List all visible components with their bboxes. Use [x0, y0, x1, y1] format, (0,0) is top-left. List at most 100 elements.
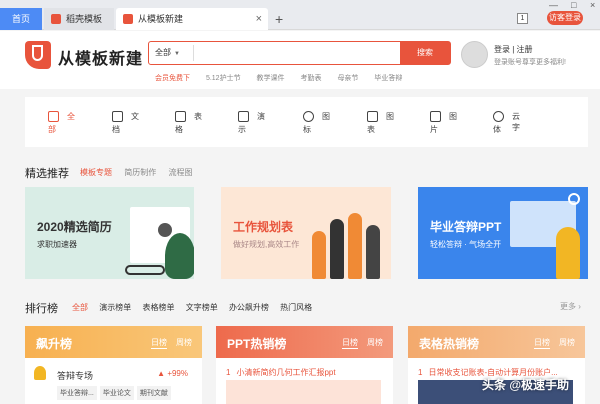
tag-chip[interactable]: 期刊文献 [136, 386, 171, 400]
banner-graduation-ppt[interactable]: 毕业答辩PPT 轻松答辩 · 气场全开 [418, 187, 588, 279]
tab-label: 从模板新建 [138, 14, 184, 24]
rank-period-switch: 日榜 周榜 [142, 337, 192, 349]
tab-home[interactable]: 首页 [0, 8, 42, 30]
category-bar: 全 部 文 档 表 格 演 示 图 标 图 表 图 片 云字 体 [25, 97, 588, 147]
hotword-link[interactable]: 考勤表 [300, 75, 321, 82]
search-input[interactable] [193, 45, 393, 61]
rank-number: 1 [226, 368, 231, 377]
ranking-tabs: 全部 演示榜单 表格榜单 文字榜单 办公飙升榜 热门风格 [72, 302, 321, 313]
rank-item-title[interactable]: 答辩专场 [57, 369, 93, 382]
pin-icon [303, 111, 314, 122]
rank-card-header: PPT热销榜 日榜 周榜 [216, 326, 393, 358]
weekly-tab[interactable]: 周榜 [559, 338, 575, 347]
tab-flowchart[interactable]: 流程图 [168, 168, 192, 177]
ranking-title: 排行榜 [25, 303, 58, 315]
banner-title: 2020精选简历 [37, 220, 112, 234]
circle-decoration [568, 193, 580, 205]
rank-number: 1 [418, 368, 423, 377]
rank-tab-presentation[interactable]: 演示榜单 [99, 303, 131, 312]
weekly-tab[interactable]: 周榜 [176, 338, 192, 347]
doc-icon [112, 111, 123, 122]
rank-tab-all[interactable]: 全部 [72, 303, 88, 312]
medal-icon [34, 366, 46, 380]
team-illustration [308, 199, 388, 279]
tab-resume-maker[interactable]: 简历制作 [124, 168, 156, 177]
header: 从模板新建 全部 ▼ 搜索 会员免费下 5.12护士节 教学课件 考勤表 母亲节 … [0, 31, 600, 89]
image-icon [430, 111, 441, 122]
rank-tab-spreadsheet[interactable]: 表格榜单 [142, 303, 174, 312]
rank-tab-document[interactable]: 文字榜单 [186, 303, 218, 312]
hotword-link[interactable]: 教学课件 [257, 75, 285, 82]
page-title: 从模板新建 [58, 51, 144, 68]
docer-icon [123, 14, 133, 24]
daily-tab[interactable]: 日榜 [342, 338, 358, 349]
banner-subtitle: 求职加速器 [37, 240, 77, 249]
template-thumbnail[interactable] [226, 380, 381, 404]
rank-card-title: 表格热销榜 [419, 337, 480, 351]
tab-docer-templates[interactable]: 稻壳模板 [44, 8, 114, 30]
hot-keywords: 会员免费下 5.12护士节 教学课件 考勤表 母亲节 毕业答辩 [155, 73, 416, 83]
daily-tab[interactable]: 日榜 [534, 338, 550, 349]
maximize-icon[interactable]: □ [571, 0, 576, 10]
tag-chips: 毕业答辩... 毕业论文 期刊文献 [57, 386, 174, 400]
daily-tab[interactable]: 日榜 [151, 338, 167, 349]
tab-bar: 首页 稻壳模板 从模板新建 × + 1 访客登录 — □ × [0, 0, 600, 30]
tag-chip[interactable]: 毕业答辩... [57, 386, 97, 400]
docer-icon [51, 14, 61, 24]
slides-icon [238, 111, 249, 122]
rank-card-rising: 飙升榜 日榜 周榜 答辩专场 ▲ +99% 毕业答辩... 毕业论文 期刊文献 [25, 326, 202, 404]
tab-label: 稻壳模板 [66, 14, 103, 24]
glasses-illustration [125, 265, 165, 275]
rank-tab-hot-styles[interactable]: 热门风格 [280, 303, 312, 312]
recommend-title: 精选推荐 [25, 168, 69, 180]
hotword-link[interactable]: 毕业答辩 [374, 75, 402, 82]
rank-card-header: 表格热销榜 日榜 周榜 [408, 326, 585, 358]
tab-count-badge[interactable]: 1 [517, 13, 528, 24]
recommend-tabs: 模板专题 简历制作 流程图 [80, 167, 202, 178]
login-register-link[interactable]: 登录 | 注册 [494, 44, 533, 55]
grid-icon [48, 111, 59, 122]
rise-percent: ▲ +99% [157, 369, 188, 378]
rank-card-ppt: PPT热销榜 日榜 周榜 1 小清新简约几何工作汇报ppt [216, 326, 393, 404]
chevron-down-icon: ▼ [174, 51, 180, 57]
rank-period-switch: 日榜 周榜 [333, 337, 383, 349]
font-icon [493, 111, 504, 122]
login-hint: 登录账号尊享更多福利! [494, 59, 566, 66]
person-illustration [556, 227, 580, 279]
banner-resume[interactable]: 2020精选简历 求职加速器 [25, 187, 194, 279]
close-tab-icon[interactable]: × [256, 8, 262, 30]
banner-subtitle: 轻松答辩 · 气场全开 [430, 240, 502, 249]
rank-card-title: PPT热销榜 [227, 337, 287, 351]
add-tab-icon[interactable]: + [275, 8, 283, 30]
chart-icon [367, 111, 378, 122]
avatar[interactable] [461, 41, 488, 68]
hotword-link[interactable]: 会员免费下 [155, 75, 190, 82]
rank-period-switch: 日榜 周榜 [525, 337, 575, 349]
rank-tab-office-rising[interactable]: 办公飙升榜 [229, 303, 269, 312]
hotword-link[interactable]: 5.12护士节 [206, 75, 241, 82]
rank-item-title: 小清新简约几何工作汇报ppt [236, 368, 336, 377]
rank-card-header: 飙升榜 日榜 周榜 [25, 326, 202, 358]
search-box: 全部 ▼ 搜索 [148, 41, 451, 65]
banner-subtitle: 做好规划,高效工作 [233, 240, 300, 249]
more-link[interactable]: 更多 › [560, 301, 581, 312]
rank-card-title: 飙升榜 [36, 337, 73, 351]
guest-login-button[interactable]: 访客登录 [547, 11, 583, 25]
banner-title: 毕业答辩PPT [430, 220, 502, 234]
weekly-tab[interactable]: 周榜 [367, 338, 383, 347]
banner-work-plan[interactable]: 工作规划表 做好规划,高效工作 [221, 187, 391, 279]
banner-title: 工作规划表 [233, 220, 294, 234]
search-scope-select[interactable]: 全部 ▼ [155, 42, 180, 65]
tab-new-from-template[interactable]: 从模板新建 × [116, 8, 268, 30]
minimize-icon[interactable]: — [549, 0, 558, 10]
tab-template-topics[interactable]: 模板专题 [80, 168, 112, 177]
tag-chip[interactable]: 毕业论文 [99, 386, 134, 400]
search-button[interactable]: 搜索 [400, 42, 450, 64]
close-window-icon[interactable]: × [590, 0, 595, 10]
hotword-link[interactable]: 母亲节 [337, 75, 358, 82]
logo-icon [25, 41, 51, 69]
plant-illustration [165, 233, 194, 279]
rank-item-link[interactable]: 1 小清新简约几何工作汇报ppt [226, 367, 386, 378]
table-icon [175, 111, 186, 122]
watermark: 头条 @极速手助 [482, 378, 570, 392]
